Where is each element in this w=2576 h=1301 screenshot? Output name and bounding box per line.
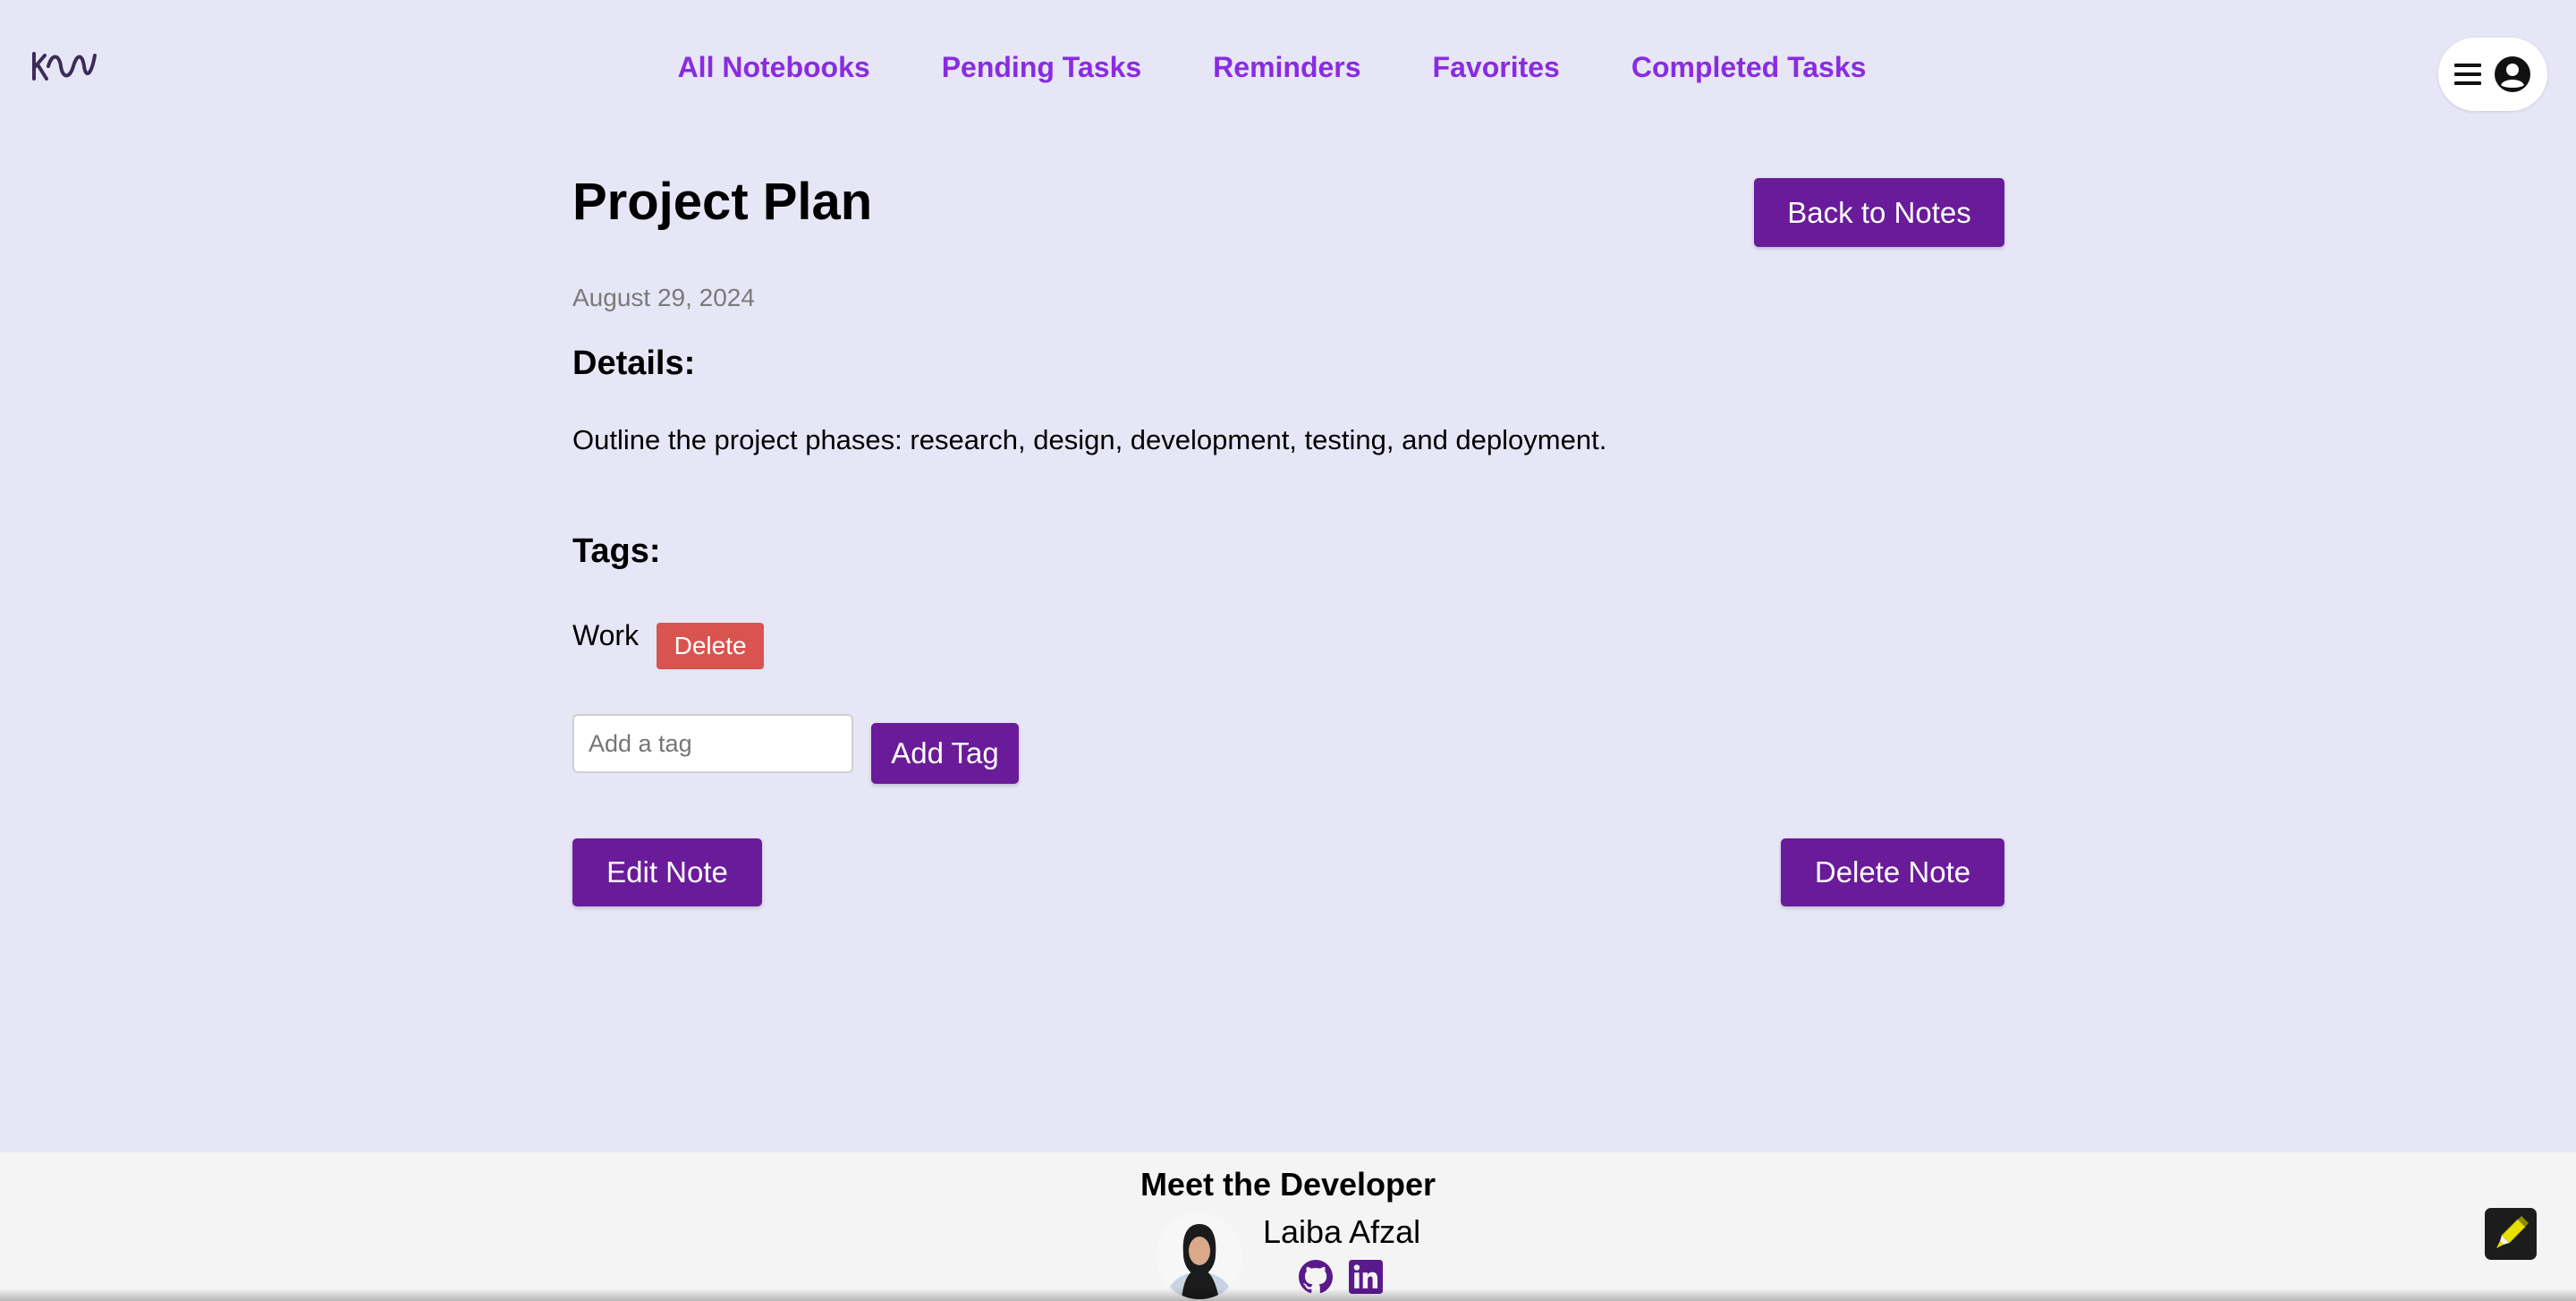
- highlighter-pen-icon: [2496, 1216, 2529, 1248]
- back-to-notes-button[interactable]: Back to Notes: [1754, 178, 2004, 247]
- user-menu-button[interactable]: [2438, 38, 2547, 111]
- nav-completed-tasks[interactable]: Completed Tasks: [1631, 50, 1867, 84]
- user-circle-icon: [2495, 56, 2530, 92]
- footer-shadow: [0, 1288, 2576, 1301]
- details-text: Outline the project phases: research, de…: [572, 424, 1607, 455]
- footer-title: Meet the Developer: [1140, 1166, 1436, 1203]
- tag-item: Work Delete: [572, 617, 765, 669]
- developer-name: Laiba Afzal: [1263, 1213, 1421, 1250]
- main-nav: All Notebooks Pending Tasks Reminders Fa…: [0, 50, 2576, 84]
- tag-input[interactable]: [572, 714, 853, 773]
- delete-note-button[interactable]: Delete Note: [1781, 838, 2004, 906]
- developer-avatar: [1157, 1213, 1242, 1299]
- nav-all-notebooks[interactable]: All Notebooks: [678, 50, 870, 84]
- tags-heading: Tags:: [572, 532, 661, 570]
- details-heading: Details:: [572, 344, 696, 382]
- nav-pending-tasks[interactable]: Pending Tasks: [942, 50, 1141, 84]
- edit-note-button[interactable]: Edit Note: [572, 838, 762, 906]
- hamburger-icon: [2454, 64, 2481, 85]
- nav-favorites[interactable]: Favorites: [1433, 50, 1560, 84]
- note-title: Project Plan: [572, 173, 873, 231]
- nav-reminders[interactable]: Reminders: [1213, 50, 1360, 84]
- add-tag-button[interactable]: Add Tag: [871, 723, 1019, 784]
- note-date: August 29, 2024: [572, 284, 755, 311]
- developer-footer: Meet the Developer Laiba Afzal: [0, 1152, 2576, 1301]
- delete-tag-button[interactable]: Delete: [657, 623, 765, 669]
- tag-label: Work: [572, 619, 640, 651]
- pen-tool-button[interactable]: [2485, 1208, 2537, 1260]
